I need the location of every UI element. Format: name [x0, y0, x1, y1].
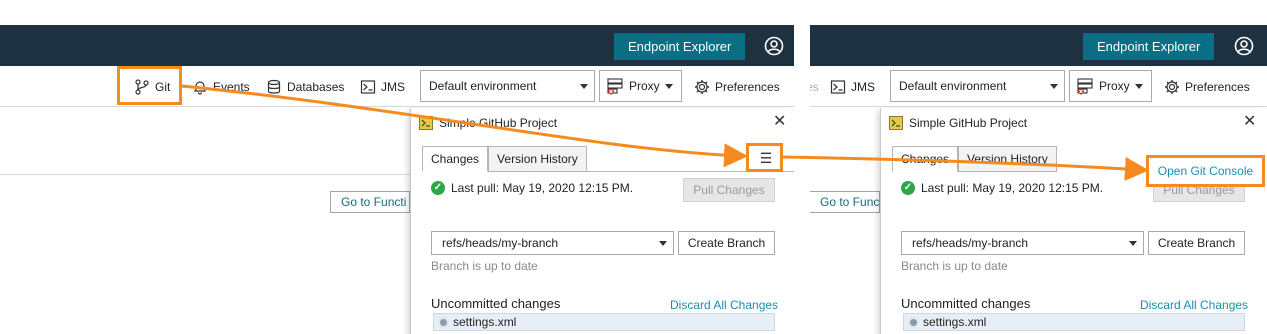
environment-select[interactable]: Default environment: [420, 70, 595, 102]
preferences-label: Preferences: [715, 80, 780, 94]
database-icon: [267, 79, 281, 94]
tab-changes[interactable]: Changes: [422, 146, 489, 172]
discard-all-link[interactable]: Discard All Changes: [670, 298, 778, 312]
tutorial-composite: Endpoint Explorer Git Events Databases J…: [0, 0, 1267, 334]
proxy-button[interactable]: Proxy: [1069, 70, 1152, 102]
endpoint-explorer-button[interactable]: Endpoint Explorer: [1083, 33, 1215, 60]
menu-highlight-box: [746, 143, 783, 172]
file-name: settings.xml: [923, 315, 987, 329]
proxy-icon: [1077, 78, 1093, 95]
user-icon[interactable]: [1234, 36, 1254, 56]
events-label-fragment: es: [810, 80, 819, 94]
chevron-down-icon: [1134, 83, 1143, 89]
last-pull-text: Last pull: May 19, 2020 12:15 PM.: [921, 181, 1104, 195]
endpoint-explorer-button[interactable]: Endpoint Explorer: [614, 33, 746, 60]
panel-tabs: Changes Version History: [892, 146, 1057, 172]
events-label: Events: [213, 80, 250, 94]
top-bar: Endpoint Explorer: [0, 25, 794, 66]
last-pull-status: ✓ Last pull: May 19, 2020 12:15 PM.: [901, 181, 1103, 195]
chevron-down-icon: [1129, 241, 1137, 246]
jms-label: JMS: [851, 80, 875, 94]
chevron-down-icon: [1050, 84, 1058, 89]
branch-status: Branch is up to date: [901, 259, 1008, 273]
preferences-button[interactable]: Preferences: [1164, 78, 1250, 96]
branch-status: Branch is up to date: [431, 259, 538, 273]
branch-select[interactable]: refs/heads/my-branch: [431, 231, 674, 255]
git-panel: Simple GitHub Project ✕ Changes Version …: [880, 108, 1267, 334]
jms-button[interactable]: JMS: [830, 78, 875, 96]
databases-button[interactable]: Databases: [266, 78, 344, 96]
branch-value: refs/heads/my-branch: [442, 236, 559, 250]
chevron-down-icon: [664, 83, 673, 89]
list-item[interactable]: settings.xml: [433, 313, 775, 331]
chevron-down-icon: [659, 241, 667, 246]
go-to-function-button[interactable]: Go to Functi: [330, 191, 410, 213]
jms-icon: [830, 80, 846, 94]
panel-title: Simple GitHub Project: [889, 116, 1027, 130]
gear-icon: [695, 80, 709, 94]
toolbar: es JMS Default environment: [810, 66, 1267, 107]
list-item[interactable]: settings.xml: [903, 313, 1245, 331]
create-branch-button[interactable]: Create Branch: [678, 231, 775, 255]
pull-changes-button[interactable]: Pull Changes: [683, 178, 775, 202]
project-icon: [889, 116, 903, 130]
bell-icon: [194, 81, 206, 95]
project-icon: [419, 116, 433, 130]
panel-title: Simple GitHub Project: [419, 116, 557, 130]
jms-icon: [360, 80, 376, 94]
panel-title-text: Simple GitHub Project: [439, 116, 558, 130]
uncommitted-heading: Uncommitted changes: [901, 296, 1031, 311]
jms-button[interactable]: JMS: [360, 78, 405, 96]
environment-select[interactable]: Default environment: [890, 70, 1065, 102]
tab-version-history[interactable]: Version History: [488, 146, 587, 172]
git-panel: Simple GitHub Project ✕ Changes Version …: [410, 108, 794, 334]
panel-tabs: Changes Version History: [422, 146, 587, 172]
file-name: settings.xml: [453, 315, 517, 329]
file-icon: [438, 316, 449, 328]
last-pull-status: ✓ Last pull: May 19, 2020 12:15 PM.: [431, 181, 633, 195]
events-button[interactable]: Events: [192, 78, 250, 96]
create-branch-button[interactable]: Create Branch: [1148, 231, 1245, 255]
git-highlight-box: [117, 66, 182, 105]
last-pull-text: Last pull: May 19, 2020 12:15 PM.: [451, 181, 634, 195]
close-icon[interactable]: ✕: [773, 114, 786, 130]
proxy-icon: [607, 78, 623, 95]
discard-all-link[interactable]: Discard All Changes: [1140, 298, 1248, 312]
user-icon[interactable]: [764, 36, 784, 56]
file-icon: [908, 316, 919, 328]
environment-value: Default environment: [899, 79, 1007, 93]
close-icon[interactable]: ✕: [1243, 114, 1256, 130]
panel-title-text: Simple GitHub Project: [909, 116, 1028, 130]
preferences-label: Preferences: [1185, 80, 1250, 94]
open-git-console-menu-item[interactable]: Open Git Console: [1146, 155, 1265, 187]
gear-icon: [1165, 80, 1179, 94]
tab-version-history[interactable]: Version History: [958, 146, 1057, 172]
branch-value: refs/heads/my-branch: [912, 236, 1029, 250]
branch-select[interactable]: refs/heads/my-branch: [901, 231, 1144, 255]
databases-label: Databases: [287, 80, 345, 94]
tab-changes[interactable]: Changes: [892, 146, 959, 172]
preferences-button[interactable]: Preferences: [694, 78, 780, 96]
environment-value: Default environment: [429, 79, 537, 93]
check-circle-icon: ✓: [901, 181, 915, 195]
proxy-button[interactable]: Proxy: [599, 70, 682, 102]
proxy-label: Proxy: [1099, 79, 1130, 93]
uncommitted-heading: Uncommitted changes: [431, 296, 561, 311]
chevron-down-icon: [580, 84, 588, 89]
top-bar: Endpoint Explorer: [810, 25, 1267, 66]
separator-gap: [794, 0, 810, 334]
go-to-function-button[interactable]: Go to Functi: [810, 191, 880, 213]
check-circle-icon: ✓: [431, 181, 445, 195]
proxy-label: Proxy: [629, 79, 660, 93]
divider: [0, 174, 410, 175]
jms-label: JMS: [381, 80, 405, 94]
